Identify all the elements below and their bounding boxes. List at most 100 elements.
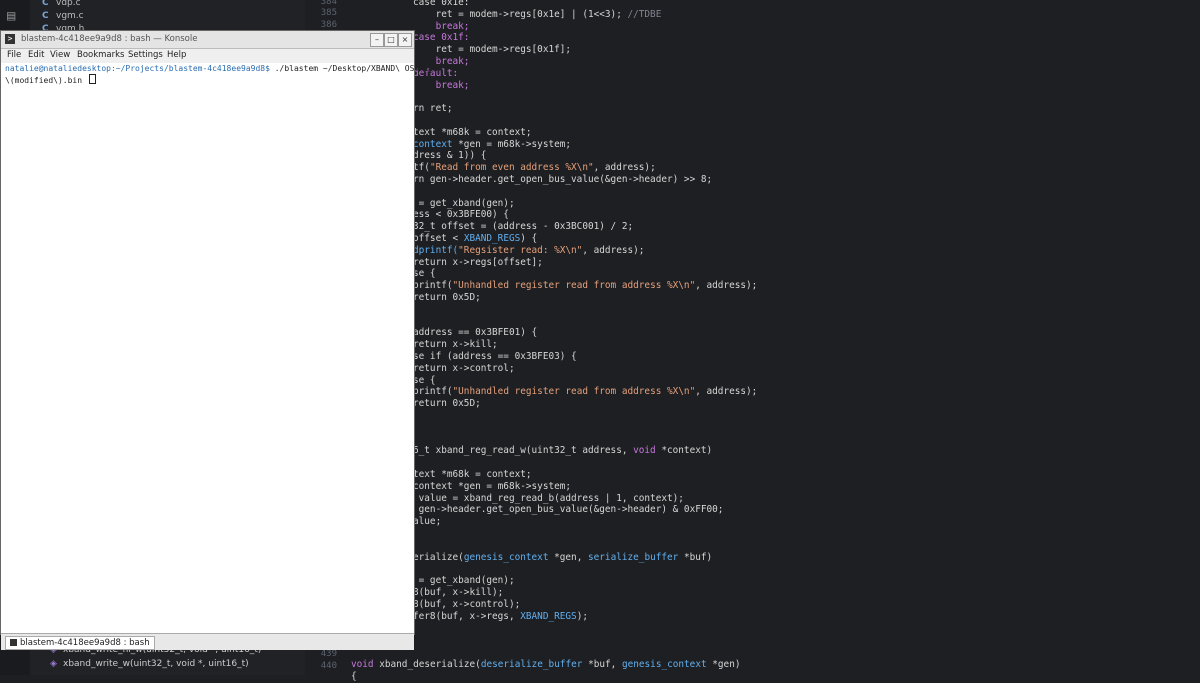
code-token: *m68k xyxy=(441,126,470,138)
code-token: genesis_context xyxy=(463,551,549,563)
code-line: = get_xband(gen); xyxy=(413,198,515,210)
code-token: //TDBE xyxy=(627,8,662,20)
code-token: void xyxy=(633,445,656,457)
code-token: break; xyxy=(413,20,470,32)
code-token: = get_xband(gen); xyxy=(413,575,515,587)
code-token: rn ret; xyxy=(413,103,453,115)
code-line: 6_t xband_reg_read_w(uint32_t address, v… xyxy=(413,445,712,457)
code-line: return 0x5D; xyxy=(413,292,481,304)
code-line: ess < 0x3BFE00) { xyxy=(413,209,509,221)
code-line: printf("Unhandled register read from add… xyxy=(413,280,757,292)
window-titlebar[interactable]: > blastem-4c418ee9a9d8 : bash — Konsole … xyxy=(1,31,414,49)
tab-bar: blastem-4c418ee9a9d8 : bash xyxy=(1,633,414,650)
code-token: *gen = m68k->system; xyxy=(458,138,572,150)
code-token: deserialize_buffer xyxy=(480,659,583,670)
code-line: text *m68k = context; xyxy=(413,469,532,481)
code-token: return x->control; xyxy=(413,362,515,374)
menu-settings[interactable]: Settings xyxy=(128,50,163,60)
code-line: text *m68k = context; xyxy=(413,127,532,139)
code-token: se { xyxy=(413,374,436,386)
code-line: ret = modem->regs[0x1f]; xyxy=(413,44,571,56)
code-token: address == 0x3BFE01) { xyxy=(413,327,538,339)
code-token: *gen, xyxy=(548,551,588,563)
code-token: XBAND_REGS xyxy=(463,233,521,244)
text-cursor xyxy=(88,74,96,84)
code-token: XBAND_REGS xyxy=(520,610,577,622)
terminal-icon xyxy=(10,639,17,646)
code-line: se { xyxy=(413,268,436,280)
symbol-item[interactable]: ◈ xband_write_w(uint32_t, void *, uint16_… xyxy=(50,659,249,672)
function-icon: ◈ xyxy=(50,659,57,669)
menu-file[interactable]: File xyxy=(7,50,21,60)
code-line: case 0x1e: xyxy=(413,0,469,9)
code-line: context *gen = m68k->system; xyxy=(413,139,571,151)
code-line: gen->header.get_open_bus_value(&gen->hea… xyxy=(413,504,724,516)
code-token: text xyxy=(413,126,442,138)
maximize-button[interactable]: □ xyxy=(384,33,398,47)
file-item[interactable]: Cvgm.c xyxy=(42,11,84,24)
code-token: { xyxy=(351,671,357,682)
code-line: dress & 1)) { xyxy=(413,150,486,162)
code-token: context *gen = m68k->system; xyxy=(413,480,572,492)
code-token: case 0x1e: xyxy=(413,0,470,8)
code-line: erialize(genesis_context *gen, serialize… xyxy=(413,552,712,564)
c-file-icon: C xyxy=(42,11,49,21)
code-token: fer8(buf, x->regs, xyxy=(413,610,521,622)
file-item[interactable]: Cvdp.c xyxy=(42,0,81,11)
code-line: alue; xyxy=(413,516,441,528)
code-token: se if (address == 0x3BFE03) { xyxy=(413,351,577,362)
code-token: printf( xyxy=(413,280,453,292)
code-line: address == 0x3BFE01) { xyxy=(413,327,537,339)
code-token: 8(buf, x->kill); xyxy=(413,587,504,598)
menu-bookmarks[interactable]: Bookmarks xyxy=(77,50,125,60)
code-line: fer8(buf, x->regs, XBAND_REGS); xyxy=(413,611,588,623)
code-line: value = xband_reg_read_b(address | 1, co… xyxy=(413,493,684,505)
code-token: serialize_buffer xyxy=(588,551,679,563)
line-number: 384 xyxy=(320,0,337,7)
code-line: case 0x1f: xyxy=(413,32,469,44)
code-line: break; xyxy=(413,20,470,33)
code-token: se { xyxy=(413,268,436,280)
code-line: printf("Unhandled register read from add… xyxy=(413,386,757,398)
line-number: 385 xyxy=(320,8,337,18)
symbol-label: xband_write_w(uint32_t, void *, uint16_t… xyxy=(63,659,249,669)
code-token: *context) xyxy=(655,445,713,457)
code-line: { xyxy=(351,671,357,683)
code-line: ret = modem->regs[0x1e] | (1<<3); //TDBE xyxy=(413,8,662,21)
code-line: 8(buf, x->kill); xyxy=(413,587,503,599)
minimize-button[interactable]: – xyxy=(370,33,384,47)
code-token: ); xyxy=(576,610,588,622)
code-token: return x->regs[offset]; xyxy=(413,256,543,268)
line-number: 439 xyxy=(320,649,337,659)
c-file-icon: C xyxy=(42,0,49,8)
close-button[interactable]: × xyxy=(398,33,412,47)
shell-command: ./blastem ~/Desktop/XBAND\ OS\ 1.0\ xyxy=(269,64,444,73)
file-label: vgm.c xyxy=(56,11,84,21)
shell-command-continuation: \(modified\).bin xyxy=(5,76,87,85)
code-token: ) { xyxy=(520,233,538,244)
code-token: ret = modem->regs[0x1f]; xyxy=(413,44,572,56)
terminal-area[interactable]: natalie@nataliedesktop:~/Projects/blaste… xyxy=(3,63,443,631)
menu-edit[interactable]: Edit xyxy=(28,50,44,60)
code-line: rn ret; xyxy=(413,103,453,115)
code-token: dress & 1)) { xyxy=(413,150,487,162)
menu-view[interactable]: View xyxy=(50,50,70,60)
code-token: ret = modem->regs[0x1e] | (1<<3); xyxy=(413,8,628,20)
code-line: tf("Read from even address %X\n", addres… xyxy=(413,162,656,174)
code-token: text *m68k = context; xyxy=(413,469,532,480)
code-token: , address); xyxy=(593,162,656,174)
code-token: ess < 0x3BFE00) { xyxy=(413,209,509,221)
terminal-icon: > xyxy=(5,34,15,44)
code-line: 8(buf, x->control); xyxy=(413,599,520,611)
files-icon[interactable]: ▤ xyxy=(7,8,23,24)
code-editor[interactable]: case 0x1e: ret = modem->regs[0x1e] | (1<… xyxy=(345,0,1200,682)
code-token: printf( xyxy=(413,386,453,398)
line-number: 440 xyxy=(320,661,337,671)
terminal-line: \(modified\).bin xyxy=(5,74,96,86)
menu-help[interactable]: Help xyxy=(167,50,186,60)
konsole-window: > blastem-4c418ee9a9d8 : bash — Konsole … xyxy=(0,30,443,650)
code-token: "Unhandled register read from address %X… xyxy=(452,386,696,398)
code-token: value = xband_reg_read_b(address | 1, co… xyxy=(413,492,684,504)
code-token: alue; xyxy=(413,516,442,528)
terminal-tab[interactable]: blastem-4c418ee9a9d8 : bash xyxy=(5,636,155,650)
